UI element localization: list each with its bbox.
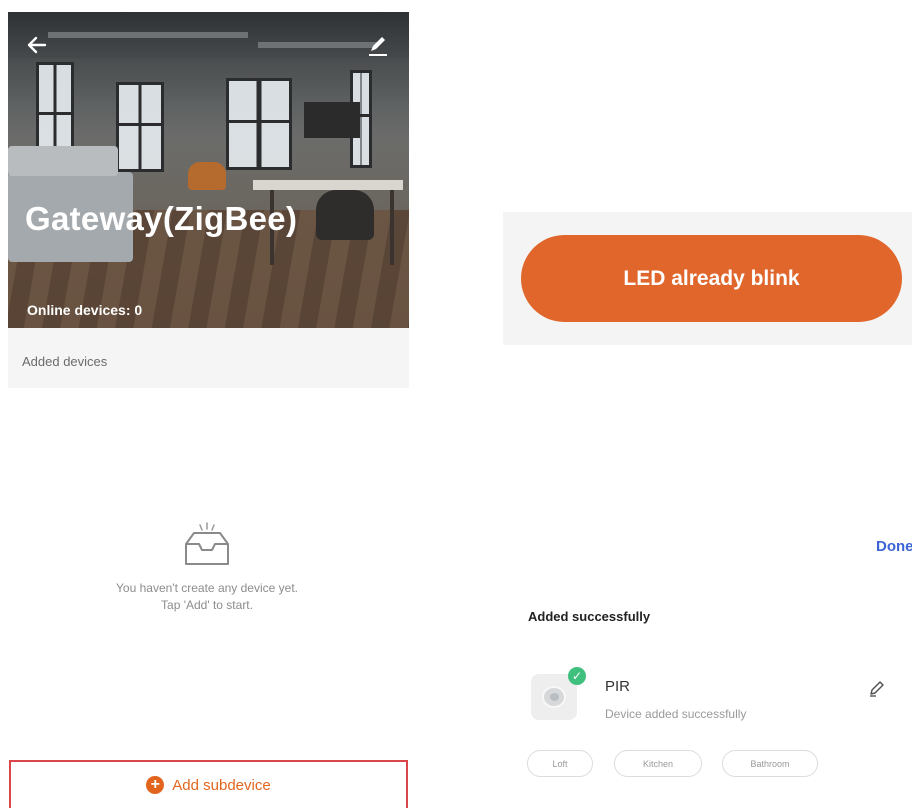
gateway-header-image: Gateway(ZigBee) Online devices: 0 bbox=[8, 12, 409, 328]
edit-icon[interactable] bbox=[365, 32, 391, 58]
empty-line-1: You haven't create any device yet. bbox=[116, 581, 298, 595]
room-chip-kitchen[interactable]: Kitchen bbox=[614, 750, 702, 777]
back-arrow-icon[interactable] bbox=[24, 32, 50, 58]
sensor-shape bbox=[542, 686, 566, 708]
led-already-blink-button[interactable]: LED already blink bbox=[521, 235, 902, 322]
empty-line-2: Tap 'Add' to start. bbox=[161, 598, 253, 612]
window bbox=[116, 82, 164, 172]
added-devices-header: Added devices bbox=[8, 328, 409, 388]
device-status: Device added successfully bbox=[605, 707, 747, 721]
done-button[interactable]: Done bbox=[876, 538, 912, 555]
room-chip-loft[interactable]: Loft bbox=[527, 750, 593, 777]
tv bbox=[304, 102, 360, 138]
add-subdevice-button[interactable]: + Add subdevice bbox=[9, 760, 408, 808]
room-chip-bathroom[interactable]: Bathroom bbox=[722, 750, 818, 777]
pencil-icon[interactable] bbox=[867, 678, 887, 698]
window bbox=[226, 78, 292, 170]
device-name: PIR bbox=[605, 678, 631, 695]
empty-box-icon bbox=[178, 522, 236, 572]
chair bbox=[316, 190, 374, 240]
check-badge-icon: ✓ bbox=[568, 667, 586, 685]
dining-table bbox=[253, 180, 403, 190]
gateway-title: Gateway(ZigBee) bbox=[25, 200, 298, 237]
chair bbox=[188, 162, 226, 190]
added-devices-label: Added devices bbox=[22, 354, 108, 369]
ceiling-beam bbox=[258, 42, 378, 48]
online-devices-count: Online devices: 0 bbox=[27, 302, 143, 318]
added-successfully-title: Added successfully bbox=[528, 609, 651, 624]
empty-state-message: You haven't create any device yet. Tap '… bbox=[60, 580, 354, 614]
add-subdevice-label: Add subdevice bbox=[172, 776, 271, 794]
plus-circle-icon: + bbox=[146, 776, 165, 794]
ceiling-beam bbox=[48, 32, 248, 38]
table-leg bbox=[390, 190, 394, 265]
